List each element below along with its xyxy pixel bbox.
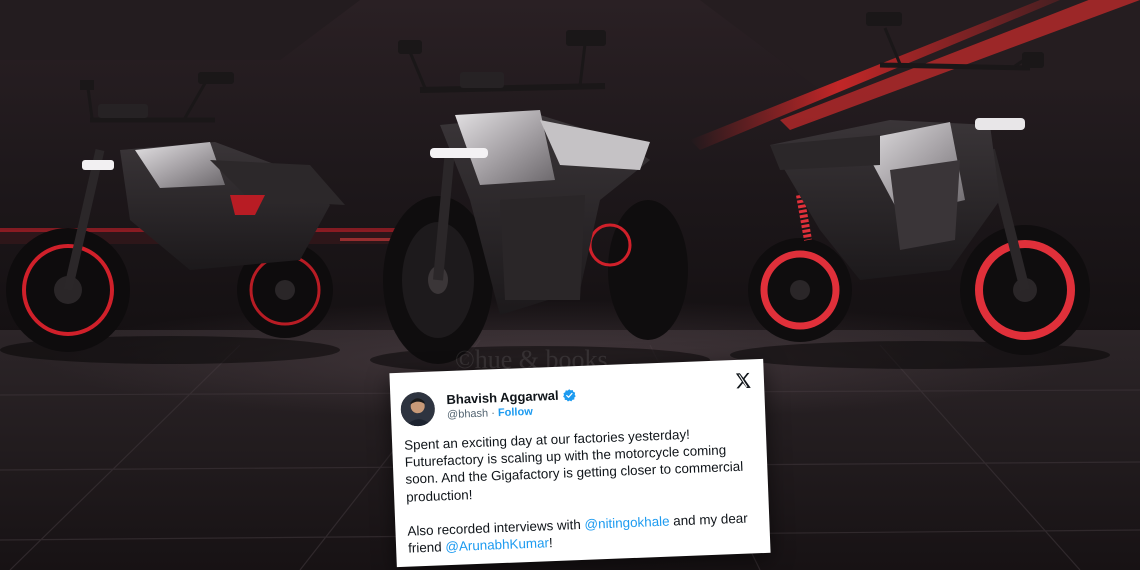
mention-link-nitingokhale[interactable]: @nitingokhale — [584, 513, 670, 531]
tweet-paragraph-1: Spent an exciting day at our factories y… — [403, 426, 744, 505]
x-logo-icon[interactable] — [734, 371, 753, 390]
tweet-text: Spent an exciting day at our factories y… — [404, 423, 758, 557]
tweet-paragraph-2-prefix: Also recorded interviews with — [407, 516, 585, 539]
avatar[interactable] — [400, 391, 436, 427]
mention-link-arunabhkumar[interactable]: @ArunabhKumar — [445, 535, 549, 554]
author-handle[interactable]: @bhash — [447, 407, 489, 421]
follow-button[interactable]: Follow — [498, 406, 533, 419]
watermark: ©hue & books — [455, 345, 608, 374]
verified-badge-icon — [563, 388, 576, 402]
separator-dot: · — [491, 407, 496, 420]
tweet-paragraph-2: Also recorded interviews with @nitingokh… — [407, 509, 758, 557]
tweet-card: Bhavish Aggarwal @bhash · Follow Spent a… — [389, 358, 771, 568]
avatar-image — [400, 391, 436, 427]
tweet-paragraph-2-suffix: ! — [548, 535, 553, 551]
author-name[interactable]: Bhavish Aggarwal — [446, 388, 559, 407]
